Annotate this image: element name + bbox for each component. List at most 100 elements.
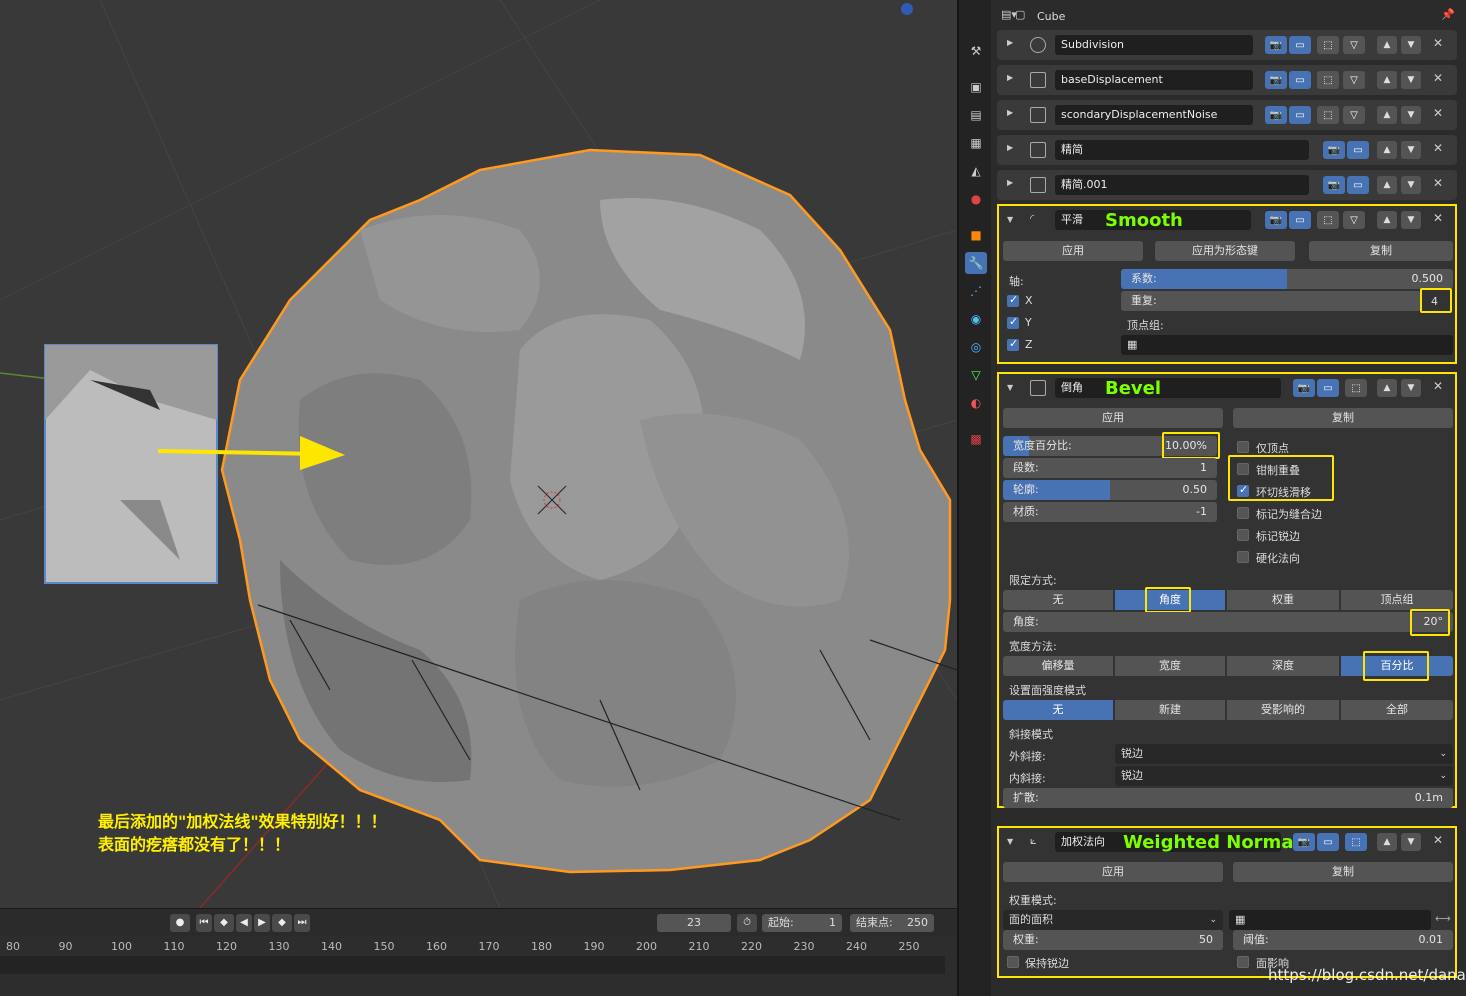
collapse-icon[interactable]: ▼ <box>1007 837 1013 846</box>
camera-icon[interactable]: 📷 <box>1323 176 1345 194</box>
texture-tab-icon[interactable]: ▩ <box>965 428 987 450</box>
modifier-subdivision[interactable]: ▶ Subdivision 📷 ▭ ⬚ ▽ ▲ ▼ ✕ <box>997 30 1457 60</box>
display-icon[interactable]: ▭ <box>1317 379 1339 397</box>
pin-icon[interactable]: 📌 <box>1441 8 1455 21</box>
camera-icon[interactable]: 📷 <box>1265 106 1287 124</box>
only-vertices-checkbox[interactable] <box>1237 441 1249 453</box>
prev-keyframe-button[interactable]: ◆ <box>214 914 234 932</box>
expand-icon[interactable]: ▶ <box>1007 38 1013 47</box>
face-influence-checkbox[interactable] <box>1237 956 1249 968</box>
limit-none-button[interactable]: 无 <box>1003 590 1113 610</box>
display-icon[interactable]: ▭ <box>1317 833 1339 851</box>
face-new-button[interactable]: 新建 <box>1115 700 1225 720</box>
close-icon[interactable]: ✕ <box>1433 211 1443 225</box>
collapse-icon[interactable]: ▼ <box>1007 383 1013 392</box>
move-up-icon[interactable]: ▲ <box>1377 141 1397 159</box>
constraints-tab-icon[interactable]: ◎ <box>965 336 987 358</box>
end-frame-field[interactable]: 结束点: 250 <box>850 914 934 932</box>
move-up-icon[interactable]: ▲ <box>1377 379 1397 397</box>
modifier-name-field[interactable]: 精简 <box>1055 140 1309 160</box>
particles-tab-icon[interactable]: ⋰ <box>965 280 987 302</box>
width-depth-button[interactable]: 深度 <box>1227 656 1339 676</box>
cage-icon[interactable]: ▽ <box>1343 106 1365 124</box>
profile-slider[interactable]: 轮廓: 0.50 <box>1003 480 1217 500</box>
display-icon[interactable]: ▭ <box>1347 141 1369 159</box>
move-up-icon[interactable]: ▲ <box>1377 211 1397 229</box>
3d-viewport[interactable]: 最后添加的"加权法线"效果特别好！！！ 表面的疙瘩都没有了！！！ <box>0 0 957 908</box>
move-up-icon[interactable]: ▲ <box>1377 106 1397 124</box>
cage-icon[interactable]: ▽ <box>1343 36 1365 54</box>
play-reverse-button[interactable]: ◀ <box>236 914 252 932</box>
apply-button[interactable]: 应用 <box>1003 241 1143 261</box>
move-down-icon[interactable]: ▼ <box>1401 211 1421 229</box>
editmode-icon[interactable]: ⬚ <box>1345 833 1367 851</box>
face-affected-button[interactable]: 受影响的 <box>1227 700 1339 720</box>
close-icon[interactable]: ✕ <box>1433 379 1443 393</box>
camera-icon[interactable]: 📷 <box>1265 71 1287 89</box>
start-frame-field[interactable]: 起始: 1 <box>762 914 842 932</box>
expand-icon[interactable]: ▶ <box>1007 108 1013 117</box>
object-tab-icon[interactable]: ■ <box>965 224 987 246</box>
modifier-name-field[interactable]: baseDisplacement <box>1055 70 1253 90</box>
display-icon[interactable]: ▭ <box>1347 176 1369 194</box>
modifier-decimate-001[interactable]: ▶ 精简.001 📷 ▭ ▲ ▼ ✕ <box>997 170 1457 200</box>
segments-field[interactable]: 段数: 1 <box>1003 458 1217 478</box>
limit-weight-button[interactable]: 权重 <box>1227 590 1339 610</box>
modifier-name-field[interactable]: scondaryDisplacementNoise <box>1055 105 1253 125</box>
play-button[interactable]: ▶ <box>254 914 270 932</box>
move-up-icon[interactable]: ▲ <box>1377 833 1397 851</box>
data-tab-icon[interactable]: ▽ <box>965 364 987 386</box>
invert-icon[interactable]: ⟷ <box>1435 912 1451 925</box>
harden-normals-checkbox[interactable] <box>1237 551 1249 563</box>
inner-miter-dropdown[interactable]: 锐边 ⌄ <box>1115 766 1453 786</box>
modifier-decimate[interactable]: ▶ 精简 📷 ▭ ▲ ▼ ✕ <box>997 135 1457 165</box>
render-tab-icon[interactable]: ▣ <box>965 76 987 98</box>
modifier-basedisplacement[interactable]: ▶ baseDisplacement 📷 ▭ ⬚ ▽ ▲ ▼ ✕ <box>997 65 1457 95</box>
jump-start-button[interactable]: ⏮ <box>196 914 212 932</box>
editmode-icon[interactable]: ⬚ <box>1317 106 1339 124</box>
close-icon[interactable]: ✕ <box>1433 36 1443 50</box>
editmode-icon[interactable]: ⬚ <box>1317 211 1339 229</box>
modifier-name-field[interactable]: Subdivision <box>1055 35 1253 55</box>
display-icon[interactable]: ▭ <box>1289 106 1311 124</box>
camera-icon[interactable]: 📷 <box>1293 379 1315 397</box>
apply-button[interactable]: 应用 <box>1003 408 1223 428</box>
cage-icon[interactable]: ▽ <box>1343 71 1365 89</box>
output-tab-icon[interactable]: ▤ <box>965 104 987 126</box>
modifier-secondary-displacement[interactable]: ▶ scondaryDisplacementNoise 📷 ▭ ⬚ ▽ ▲ ▼ ✕ <box>997 100 1457 130</box>
editmode-icon[interactable]: ⬚ <box>1317 36 1339 54</box>
spread-field[interactable]: 扩散: 0.1m <box>1003 788 1453 808</box>
move-down-icon[interactable]: ▼ <box>1401 833 1421 851</box>
close-icon[interactable]: ✕ <box>1433 141 1443 155</box>
move-down-icon[interactable]: ▼ <box>1401 71 1421 89</box>
factor-slider[interactable]: 系数: 0.500 <box>1121 269 1453 289</box>
scene-tab-icon[interactable]: ◭ <box>965 160 987 182</box>
display-icon[interactable]: ▭ <box>1289 36 1311 54</box>
mark-seam-checkbox[interactable] <box>1237 507 1249 519</box>
tool-tab-icon[interactable]: ⚒ <box>965 40 987 62</box>
vertex-group-field[interactable]: ▦ <box>1121 335 1453 355</box>
collapse-icon[interactable]: ▼ <box>1007 215 1013 224</box>
record-button[interactable]: ● <box>170 914 190 932</box>
current-frame-field[interactable]: 23 <box>657 914 731 932</box>
loop-slide-checkbox[interactable] <box>1237 483 1249 497</box>
outer-miter-dropdown[interactable]: 锐边 ⌄ <box>1115 744 1453 764</box>
modifier-name-field[interactable]: 倒角 <box>1055 378 1281 398</box>
apply-as-shape-button[interactable]: 应用为形态键 <box>1155 241 1295 261</box>
weight-field[interactable]: 权重: 50 <box>1003 930 1223 950</box>
next-keyframe-button[interactable]: ◆ <box>272 914 292 932</box>
move-down-icon[interactable]: ▼ <box>1401 36 1421 54</box>
expand-icon[interactable]: ▶ <box>1007 178 1013 187</box>
move-up-icon[interactable]: ▲ <box>1377 176 1397 194</box>
close-icon[interactable]: ✕ <box>1433 833 1443 847</box>
editmode-icon[interactable]: ⬚ <box>1345 379 1367 397</box>
display-icon[interactable]: ▭ <box>1289 71 1311 89</box>
expand-icon[interactable]: ▶ <box>1007 73 1013 82</box>
close-icon[interactable]: ✕ <box>1433 176 1443 190</box>
close-icon[interactable]: ✕ <box>1433 106 1443 120</box>
move-up-icon[interactable]: ▲ <box>1377 36 1397 54</box>
face-all-button[interactable]: 全部 <box>1341 700 1453 720</box>
camera-icon[interactable]: 📷 <box>1323 141 1345 159</box>
keep-sharp-checkbox[interactable] <box>1007 956 1019 968</box>
close-icon[interactable]: ✕ <box>1433 71 1443 85</box>
